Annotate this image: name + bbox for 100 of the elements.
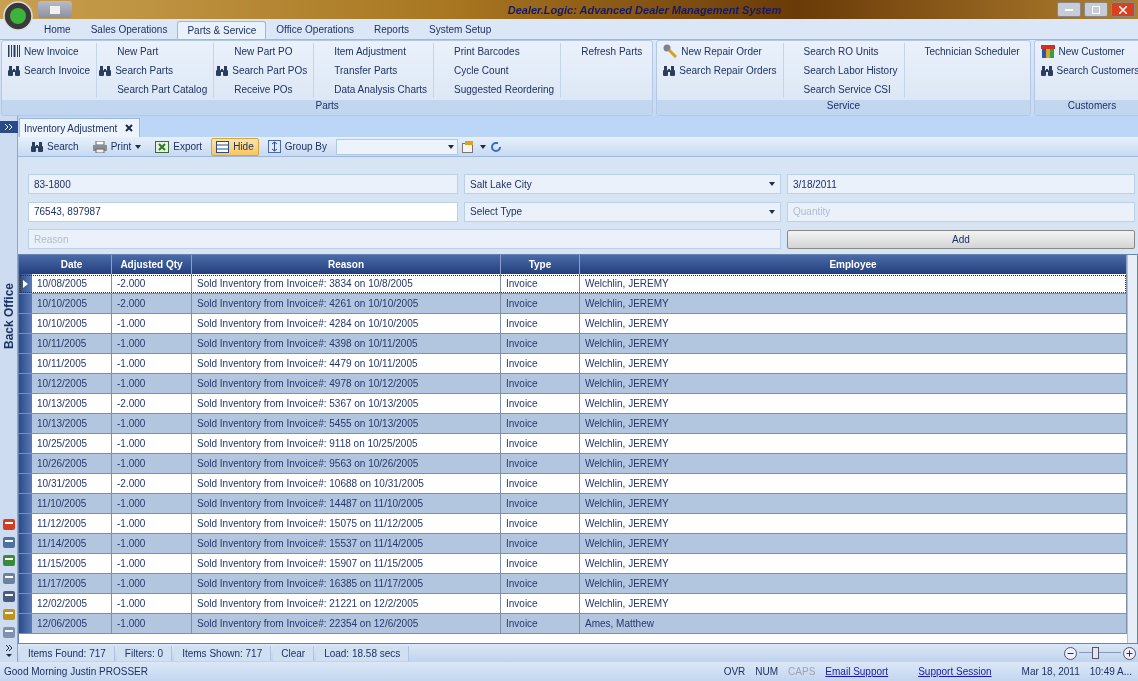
table-row[interactable]: 10/12/2005 -1.000 Sold Inventory from Invoice#: 4978 on 10/12/2005 Invoice Welchlin, JEREMY (19, 374, 1127, 394)
ribbon-command[interactable]: New Part (99, 43, 208, 59)
ribbon-command[interactable]: Transfer Parts (316, 62, 428, 78)
ribbon-tab[interactable]: Parts & Service (177, 21, 267, 39)
restore-icon (1092, 5, 1100, 14)
zoom-out-icon[interactable] (1064, 646, 1077, 660)
table-row[interactable]: 10/10/2005 -2.000 Sold Inventory from Invoice#: 4261 on 10/10/2005 Invoice Welchlin, JEREMY (19, 294, 1127, 314)
minimize-button[interactable] (1057, 2, 1081, 17)
ribbon-command[interactable]: Search Repair Orders (663, 62, 777, 78)
toolbar-button[interactable]: Group By (262, 137, 332, 156)
table-row[interactable]: 11/15/2005 -1.000 Sold Inventory from Invoice#: 15907 on 11/15/2005 Invoice Welchlin, JEREMY (19, 554, 1127, 574)
table-cell: -2.000 (112, 474, 192, 493)
refresh-icon[interactable] (490, 140, 502, 153)
support-link[interactable]: Email Support (825, 666, 889, 677)
table-row[interactable]: 10/13/2005 -1.000 Sold Inventory from Invoice#: 5455 on 10/13/2005 Invoice Welchlin, JEREMY (19, 414, 1127, 434)
ribbon-command[interactable]: Search Service CSI (785, 81, 898, 97)
table-cell: 10/10/2005 (32, 294, 112, 313)
toolbar-button[interactable]: Export (150, 137, 208, 156)
table-cell: Invoice (501, 274, 580, 293)
ribbon-command[interactable]: New Invoice (8, 43, 91, 59)
type-dropdown[interactable]: Select Type (464, 201, 781, 222)
binoculars-icon (216, 64, 229, 76)
ribbon-tab[interactable]: Home (34, 20, 81, 39)
part-number-field[interactable]: 83-1800 (28, 174, 458, 194)
barcode-icon (8, 45, 20, 57)
slider-thumb[interactable] (1092, 647, 1100, 659)
zoom-slider[interactable] (1079, 647, 1121, 659)
invoice-field[interactable]: 76543, 897987 (28, 201, 458, 222)
ribbon-command[interactable]: Print Barcodes (436, 43, 555, 59)
ribbon-command[interactable]: Search Part POs (216, 62, 308, 78)
module-icon[interactable] (1, 572, 16, 585)
module-icon[interactable] (1, 608, 16, 621)
support-link[interactable]: Support Session (918, 666, 992, 677)
table-row[interactable]: 10/10/2005 -1.000 Sold Inventory from Invoice#: 4284 on 10/10/2005 Invoice Welchlin, JEREMY (19, 314, 1127, 334)
table-row[interactable]: 10/31/2005 -2.000 Sold Inventory from Invoice#: 10688 on 10/31/2005 Invoice Welchlin, JEREMY (19, 474, 1127, 494)
table-cell: -1.000 (112, 494, 192, 513)
ribbon-tab[interactable]: Reports (363, 20, 419, 39)
add-button[interactable]: Add (787, 230, 1135, 250)
ribbon-command[interactable]: Data Analysis Charts (316, 81, 428, 97)
ribbon-command[interactable]: Search RO Units (785, 43, 898, 59)
ribbon-command[interactable]: Refresh Parts (563, 43, 643, 59)
expand-button[interactable] (0, 121, 18, 133)
ribbon-command[interactable]: Receive POs (216, 81, 308, 97)
module-icon[interactable] (1, 518, 16, 531)
ribbon-command[interactable]: Search Labor History (785, 62, 898, 78)
close-button[interactable] (1111, 2, 1135, 17)
table-row[interactable]: 10/11/2005 -1.000 Sold Inventory from Invoice#: 4398 on 10/11/2005 Invoice Welchlin, JEREMY (19, 334, 1127, 354)
ribbon-command[interactable]: Search Parts (99, 62, 208, 78)
binoculars-icon (8, 64, 20, 76)
close-icon (1119, 5, 1127, 14)
ribbon-command[interactable]: Search Invoice (8, 62, 91, 78)
table-row[interactable]: 11/14/2005 -1.000 Sold Inventory from Invoice#: 15537 on 11/14/2005 Invoice Welchlin, JEREMY (19, 534, 1127, 554)
ribbon-command[interactable]: Cycle Count (436, 62, 555, 78)
table-row[interactable]: 10/08/2005 -2.000 Sold Inventory from Invoice#: 3834 on 10/8/2005 Invoice Welchlin, JEREMY (19, 274, 1127, 294)
caret-icon (769, 182, 775, 186)
quick-access-button[interactable] (38, 1, 72, 18)
layout-icon[interactable] (462, 140, 476, 153)
module-icon[interactable] (1, 536, 16, 549)
row-selector[interactable] (19, 274, 32, 293)
table-row[interactable]: 12/06/2005 -1.000 Sold Inventory from Invoice#: 22354 on 12/6/2005 Invoice Ames, Matthew (19, 614, 1127, 634)
table-cell: -1.000 (112, 554, 192, 573)
table-row[interactable]: 10/13/2005 -2.000 Sold Inventory from Invoice#: 5367 on 10/13/2005 Invoice Welchlin, JEREMY (19, 394, 1127, 414)
ribbon-tab[interactable]: Office Operations (266, 20, 364, 39)
ribbon-command[interactable]: New Part PO (216, 43, 308, 59)
table-row[interactable]: 11/12/2005 -1.000 Sold Inventory from Invoice#: 15075 on 11/12/2005 Invoice Welchlin, JEREMY (19, 514, 1127, 534)
footer-item: Clear (273, 645, 315, 661)
time-text: 10:49 A... (1089, 666, 1132, 677)
module-icon[interactable] (1, 554, 16, 567)
close-icon[interactable] (125, 124, 134, 132)
table-row[interactable]: 10/25/2005 -1.000 Sold Inventory from Invoice#: 9118 on 10/25/2005 Invoice Welchlin, JEREMY (19, 434, 1127, 454)
table-row[interactable]: 10/26/2005 -1.000 Sold Inventory from Invoice#: 9563 on 10/26/2005 Invoice Welchlin, JEREMY (19, 454, 1127, 474)
chevron-icon[interactable] (4, 644, 13, 658)
scrollbar[interactable] (1127, 255, 1137, 643)
toolbar-button[interactable]: Print (87, 137, 147, 156)
ribbon-command[interactable]: Search Part Catalog (99, 81, 208, 97)
document-tab[interactable]: Inventory Adjustment (19, 118, 141, 137)
ribbon-tab[interactable]: Sales Operations (80, 20, 178, 39)
table-row[interactable]: 12/02/2005 -1.000 Sold Inventory from Invoice#: 21221 on 12/2/2005 Invoice Welchlin, JEREMY (19, 594, 1127, 614)
date-field[interactable]: 3/18/2011 (787, 174, 1135, 194)
toolbar-button[interactable]: Hide (211, 137, 259, 156)
restore-button[interactable] (1084, 2, 1108, 17)
ribbon-command[interactable]: Item Adjustment (316, 43, 428, 59)
toolbar-button[interactable]: Search (26, 137, 84, 156)
location-dropdown[interactable]: Salt Lake City (464, 174, 781, 194)
key-indicator: NUM (755, 666, 779, 677)
ribbon-command[interactable]: New Repair Order (663, 43, 777, 59)
ribbon-command[interactable]: Technician Scheduler (906, 43, 1020, 59)
ribbon-command[interactable]: New Customer (1040, 43, 1138, 59)
zoom-in-icon[interactable] (1123, 646, 1136, 660)
date-text: Mar 18, 2011 (1021, 666, 1080, 677)
table-row[interactable]: 11/17/2005 -1.000 Sold Inventory from Invoice#: 16385 on 11/17/2005 Invoice Welchlin, JEREMY (19, 574, 1127, 594)
table-row[interactable]: 10/11/2005 -1.000 Sold Inventory from Invoice#: 4479 on 10/11/2005 Invoice Welchlin, JEREMY (19, 354, 1127, 374)
ribbon-tab[interactable]: System Setup (419, 20, 502, 39)
ribbon-command[interactable]: Suggested Reordering (436, 81, 555, 97)
table-row[interactable]: 11/10/2005 -1.000 Sold Inventory from Invoice#: 14487 on 11/10/2005 Invoice Welchlin, JEREMY (19, 494, 1127, 514)
module-icon[interactable] (1, 626, 16, 639)
table-cell: Invoice (501, 394, 580, 413)
group-label: Customers (1034, 100, 1138, 115)
module-icon[interactable] (1, 590, 16, 603)
table-cell: Sold Inventory from Invoice#: 5367 on 10/13/2005 (192, 394, 501, 413)
